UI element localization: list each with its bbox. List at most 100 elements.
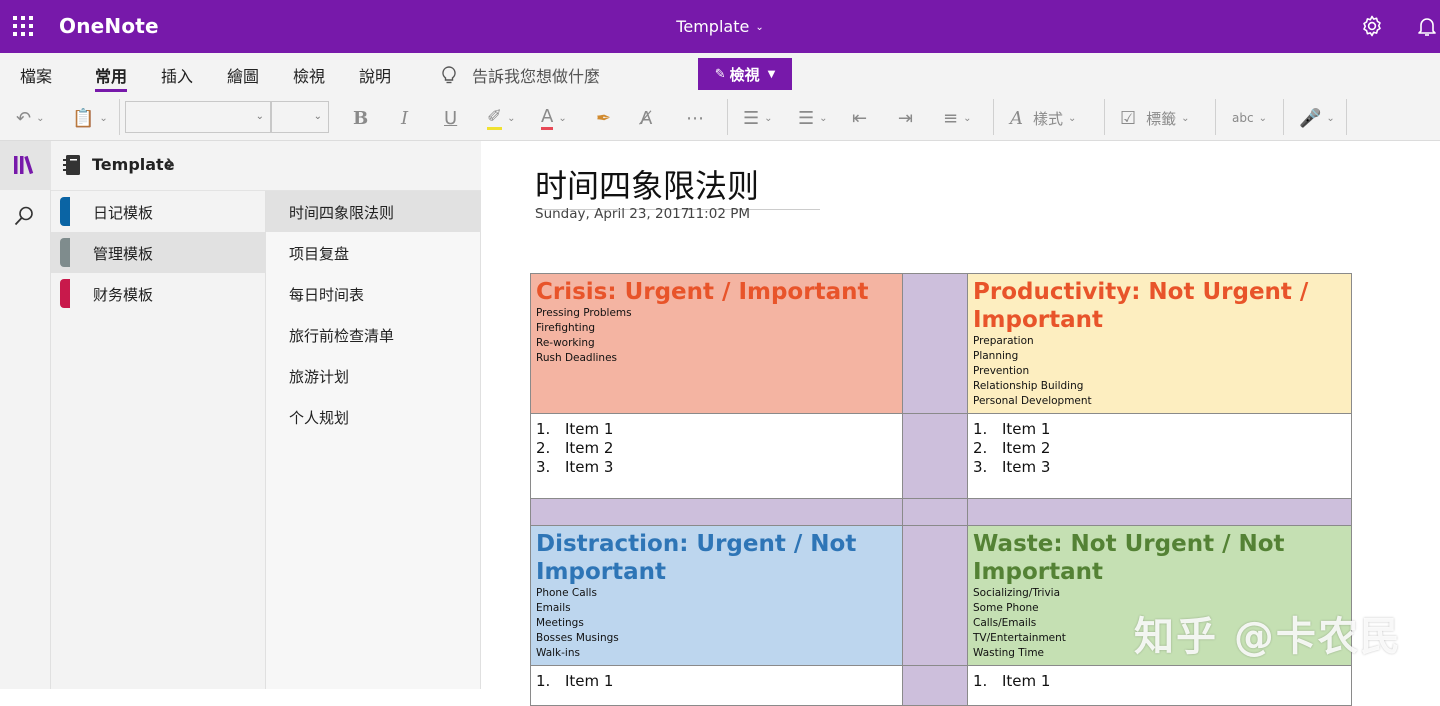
distraction-quadrant[interactable]: Distraction: Urgent / Not Important Phon… [530,525,903,666]
item-number: 1. [536,420,551,438]
view-mode-label: 檢視 [729,65,760,84]
quadrant-heading: Crisis: Urgent / Important [536,279,869,305]
list-item: 1. Item 1 [973,420,1346,439]
section-color-tab [60,197,70,226]
bullet-list-icon: ☰ [743,107,760,129]
spelling-button[interactable]: abc ⌄ [1232,104,1267,132]
tab-home[interactable]: 常用 [95,63,128,92]
clipboard-icon: 📋 [72,107,95,129]
gear-icon[interactable] [1360,14,1384,38]
toolbar-divider [993,99,994,135]
styles-label: 樣式 [1033,109,1064,128]
chevron-down-icon: ⌄ [764,112,773,124]
paste-button[interactable]: 📋 ⌄ [72,104,108,132]
spacer-cell [902,413,968,499]
notebook-icon [63,155,80,175]
toolbar-divider [119,99,120,135]
page-item[interactable]: 旅游计划 [266,355,481,396]
bold-button[interactable]: B [353,104,368,132]
crisis-quadrant[interactable]: Crisis: Urgent / Important Pressing Prob… [530,273,903,414]
font-size-select[interactable]: ⌄ [271,101,329,133]
page-label: 个人规划 [289,409,350,427]
numbering-button[interactable]: ☰ ⌄ [798,104,828,132]
distraction-items-cell[interactable]: 1. Item 1 [530,665,903,706]
page-item[interactable]: 时间四象限法则 [266,191,481,232]
tags-button[interactable]: ☑ 標籤 ⌄ [1120,104,1190,132]
more-options-button[interactable]: ⋯ [686,104,704,132]
notebook-header[interactable]: Template ❯ [51,141,481,191]
toolbar-divider [727,99,728,135]
clear-format-icon: A̸ [640,107,653,129]
styles-icon: A [1010,107,1023,129]
undo-button[interactable]: ↶ ⌄ [16,104,44,132]
align-button[interactable]: ≡ ⌄ [943,104,971,132]
section-item-diary[interactable]: 日记模板 [51,191,266,232]
underline-button[interactable]: U [444,104,457,132]
chevron-down-icon: ⌄ [1068,112,1077,124]
quadrant-heading: Distraction: Urgent / Not Important [536,531,857,585]
productivity-quadrant[interactable]: Productivity: Not Urgent / Important Pre… [967,273,1352,414]
view-mode-button[interactable]: ✎ 檢視 ▼ [698,58,792,90]
page-item[interactable]: 每日时间表 [266,273,481,314]
quadrant-detail: Preparation [973,335,1034,347]
notebooks-button[interactable] [0,141,51,190]
font-family-select[interactable]: ⌄ [125,101,271,133]
page-title[interactable]: 时间四象限法则 [535,161,820,210]
clear-format-button[interactable]: A̸ [640,104,652,132]
tab-view[interactable]: 檢視 [293,63,325,87]
page-date: Sunday, April 23, 2017 [535,206,690,222]
page-label: 时间四象限法则 [289,204,395,222]
page-item[interactable]: 个人规划 [266,396,481,437]
list-item: 2. Item 2 [536,439,897,458]
paintbrush-icon: ✒ [596,107,612,129]
section-label: 日记模板 [93,204,154,222]
styles-button[interactable]: A 樣式 ⌄ [1010,104,1076,132]
quadrant-detail: Planning [973,350,1019,362]
quadrant-detail: Emails [536,602,571,614]
item-number: 3. [536,458,551,476]
quadrant-detail: Firefighting [536,322,596,334]
format-painter-button[interactable]: ✒ [596,104,611,132]
document-title-dropdown[interactable]: Template ⌄ [0,17,1440,36]
spacer-cell [902,525,968,666]
item-text: Item 3 [1002,458,1051,476]
document-title[interactable]: Template [676,17,749,36]
toolbar: ↶ ⌄ 📋 ⌄ ⌄ ⌄ B I U ✐ ⌄ A ⌄ ✒ A̸ ⋯ ☰ ⌄ ☰ ⌄ ⇤ ⇥ ≡… [0,95,1440,141]
productivity-items-cell[interactable]: 1. Item 1 2. Item 2 3. Item 3 [967,413,1352,499]
title-bar: OneNote Template ⌄ [0,0,1440,53]
tab-help[interactable]: 說明 [359,63,391,87]
crisis-items-cell[interactable]: 1. Item 1 2. Item 2 3. Item 3 [530,413,903,499]
tab-insert[interactable]: 插入 [161,63,193,87]
spacer-cell [902,273,968,414]
section-item-management[interactable]: 管理模板 [51,232,266,273]
page-label: 旅行前检查清单 [289,327,395,345]
chevron-down-icon: ❯ [165,157,175,170]
item-number: 1. [973,672,988,690]
section-item-finance[interactable]: 财务模板 [51,273,266,314]
page-item[interactable]: 项目复盘 [266,232,481,273]
item-number: 2. [536,439,551,457]
increase-indent-button[interactable]: ⇥ [898,104,913,132]
list-item: 3. Item 3 [973,458,1346,477]
decrease-indent-button[interactable]: ⇤ [852,104,867,132]
spacer-cell [902,498,968,526]
item-text: Item 1 [565,672,614,690]
search-icon[interactable] [13,205,35,227]
chevron-down-icon: ⌄ [963,112,972,124]
page-item[interactable]: 旅行前检查清单 [266,314,481,355]
page-label: 旅游计划 [289,368,350,386]
tell-me-search[interactable]: 告訴我您想做什麼 [440,63,600,87]
item-number: 2. [973,439,988,457]
dictate-button[interactable]: 🎤 ⌄ [1299,104,1335,132]
waste-items-cell[interactable]: 1. Item 1 [967,665,1352,706]
bullets-button[interactable]: ☰ ⌄ [743,104,773,132]
tab-file[interactable]: 檔案 [20,63,52,87]
bell-icon[interactable] [1415,14,1439,38]
chevron-down-icon: ⌄ [36,112,45,124]
highlight-button[interactable]: ✐ ⌄ [487,104,515,132]
tab-draw[interactable]: 繪圖 [227,63,259,87]
font-color-button[interactable]: A ⌄ [541,104,567,132]
list-item: 2. Item 2 [973,439,1346,458]
toolbar-divider [1346,99,1347,135]
italic-button[interactable]: I [401,104,408,132]
